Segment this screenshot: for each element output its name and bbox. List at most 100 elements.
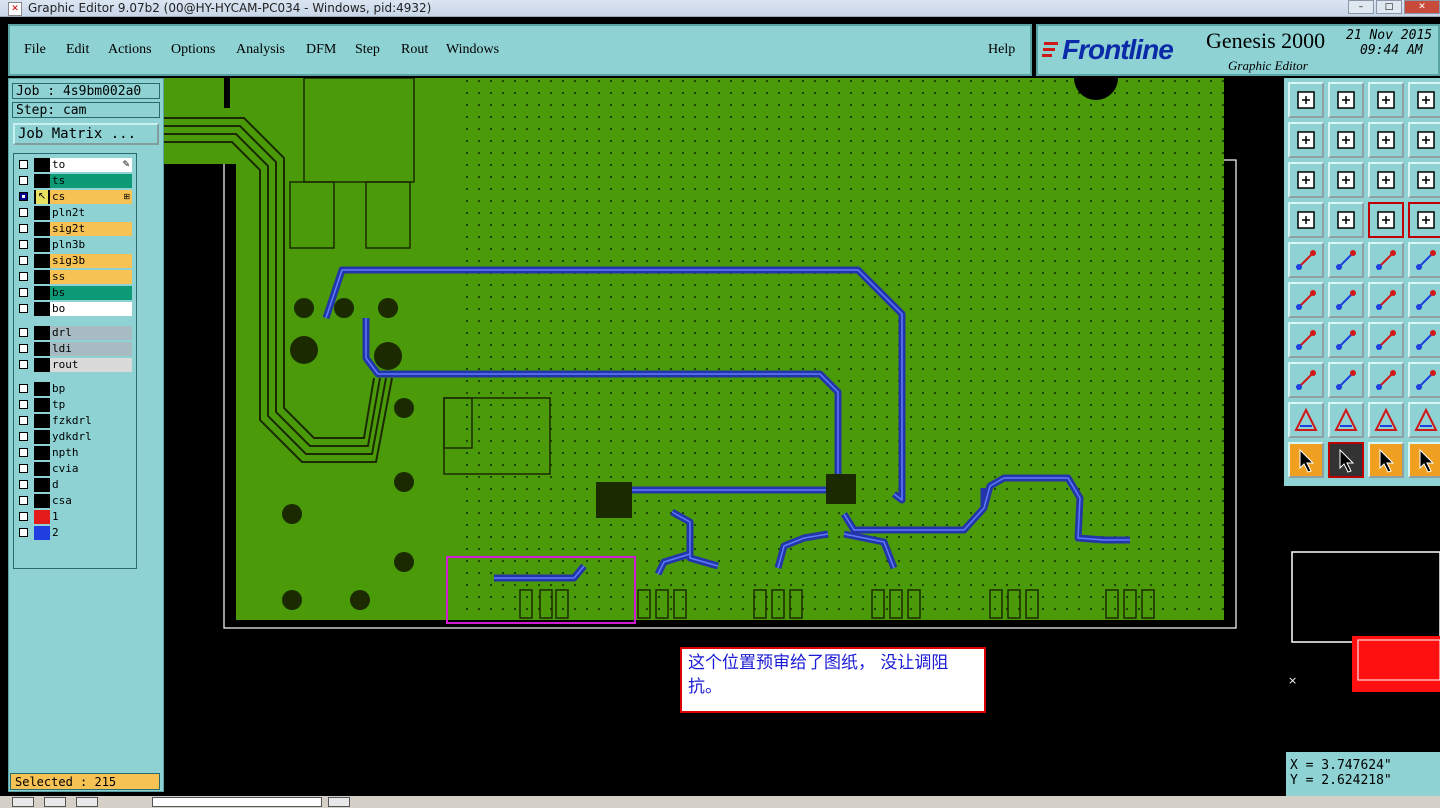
layer-checkbox[interactable] <box>19 208 28 217</box>
layer-row-to[interactable]: to ✎ <box>16 158 134 172</box>
menu-actions[interactable]: Actions <box>108 42 152 58</box>
layer-row-sig2t[interactable]: sig2t <box>16 222 134 236</box>
layer-name[interactable]: cs <box>50 190 132 204</box>
layer-checkbox[interactable] <box>19 192 28 201</box>
layer-color-swatch[interactable] <box>34 430 50 444</box>
layer-color-swatch[interactable] <box>34 414 50 428</box>
layer-row-fzkdrl[interactable]: fzkdrl <box>16 414 134 428</box>
layer-checkbox[interactable] <box>19 344 28 353</box>
line-red-tool-button[interactable] <box>1288 322 1324 358</box>
layer-checkbox[interactable] <box>19 304 28 313</box>
layer-row-bs[interactable]: bs <box>16 286 134 300</box>
layer-row-cvia[interactable]: cvia <box>16 462 134 476</box>
layer-name[interactable]: d <box>50 478 132 492</box>
layer-color-swatch[interactable] <box>34 358 50 372</box>
menu-options[interactable]: Options <box>171 42 215 58</box>
menu-analysis[interactable]: Analysis <box>236 42 285 58</box>
layer-name[interactable]: bo <box>50 302 132 316</box>
grid-frame-tool-button[interactable] <box>1408 82 1440 118</box>
layer-row-bo[interactable]: bo <box>16 302 134 316</box>
layer-color-swatch[interactable] <box>34 494 50 508</box>
layer-name[interactable]: fzkdrl <box>50 414 132 428</box>
layer-color-swatch[interactable] <box>34 238 50 252</box>
layer-row-ydkdrl[interactable]: ydkdrl <box>16 430 134 444</box>
grid-tool-button[interactable] <box>1328 202 1364 238</box>
layer-color-swatch[interactable] <box>34 286 50 300</box>
help-query-tool-button[interactable] <box>1408 162 1440 198</box>
line-blue-tool-button[interactable] <box>1328 322 1364 358</box>
zoom-home-tool-button[interactable] <box>1288 82 1324 118</box>
layer-checkbox[interactable] <box>19 176 28 185</box>
menu-edit[interactable]: Edit <box>66 42 89 58</box>
layer-checkbox[interactable] <box>19 400 28 409</box>
menu-windows[interactable]: Windows <box>446 42 499 58</box>
copy-tool-button[interactable] <box>1408 362 1440 398</box>
layers-red-tool-button[interactable] <box>1368 202 1404 238</box>
layer-name[interactable]: pln2t <box>50 206 132 220</box>
house-tool-button[interactable] <box>1368 82 1404 118</box>
layer-name[interactable]: bs <box>50 286 132 300</box>
layer-row-1[interactable]: 1 <box>16 510 134 524</box>
layer-name[interactable]: npth <box>50 446 132 460</box>
point-blue-tool-button[interactable] <box>1408 282 1440 318</box>
layer-name[interactable]: sig2t <box>50 222 132 236</box>
select-arrow-2-tool-button[interactable] <box>1328 442 1364 478</box>
bottom-button-1[interactable] <box>12 797 34 807</box>
layer-name[interactable]: ss <box>50 270 132 284</box>
select-arrow-tool-button[interactable] <box>1288 442 1324 478</box>
layer-checkbox[interactable] <box>19 496 28 505</box>
layer-color-swatch[interactable] <box>34 302 50 316</box>
layer-row-2[interactable]: 2 <box>16 526 134 540</box>
center-tool-button[interactable] <box>1328 162 1364 198</box>
layer-color-swatch[interactable] <box>34 206 50 220</box>
dot-tool-button[interactable] <box>1408 242 1440 278</box>
layer-color-swatch[interactable]: ↖ <box>34 190 50 204</box>
layer-checkbox[interactable] <box>19 240 28 249</box>
layer-color-swatch[interactable] <box>34 254 50 268</box>
layer-checkbox[interactable] <box>19 416 28 425</box>
layers-red-2-tool-button[interactable] <box>1408 202 1440 238</box>
layer-checkbox[interactable] <box>19 224 28 233</box>
menu-help[interactable]: Help <box>988 42 1015 58</box>
measure-tool-tool-button[interactable] <box>1288 202 1324 238</box>
layer-row-d[interactable]: d <box>16 478 134 492</box>
layer-name[interactable]: csa <box>50 494 132 508</box>
minimize-button[interactable]: – <box>1348 0 1374 14</box>
layer-color-swatch[interactable] <box>34 462 50 476</box>
layer-checkbox[interactable] <box>19 256 28 265</box>
layer-row-sig3b[interactable]: sig3b <box>16 254 134 268</box>
pan-left-tool-button[interactable] <box>1288 122 1324 158</box>
layer-checkbox[interactable] <box>19 360 28 369</box>
layer-row-ldi[interactable]: ldi <box>16 342 134 356</box>
job-matrix-button[interactable]: Job Matrix ... <box>13 123 159 145</box>
layer-name[interactable]: ldi <box>50 342 132 356</box>
layer-name[interactable]: drl <box>50 326 132 340</box>
select-filter-tool-button[interactable] <box>1408 442 1440 478</box>
resize-tool-button[interactable] <box>1368 362 1404 398</box>
triangle-red-tool-button[interactable] <box>1288 402 1324 438</box>
minus-tool-button[interactable] <box>1328 362 1364 398</box>
layer-color-swatch[interactable] <box>34 526 50 540</box>
bottom-button-3[interactable] <box>76 797 98 807</box>
select-circle-tool-button[interactable] <box>1368 442 1404 478</box>
layer-color-swatch[interactable] <box>34 222 50 236</box>
layer-checkbox[interactable] <box>19 528 28 537</box>
layer-name[interactable]: tp <box>50 398 132 412</box>
menu-step[interactable]: Step <box>355 42 380 58</box>
layer-checkbox[interactable] <box>19 448 28 457</box>
layer-color-swatch[interactable] <box>34 342 50 356</box>
triangle-tool-button[interactable] <box>1328 402 1364 438</box>
fit-all-tool-button[interactable] <box>1288 162 1324 198</box>
snake-tool-button[interactable] <box>1408 122 1440 158</box>
layer-color-swatch[interactable] <box>34 446 50 460</box>
pad-add-tool-button[interactable] <box>1288 242 1324 278</box>
arc-tool-button[interactable] <box>1368 322 1404 358</box>
layer-row-rout[interactable]: rout <box>16 358 134 372</box>
shape-edit-tool-button[interactable] <box>1328 242 1364 278</box>
layer-name[interactable]: sig3b <box>50 254 132 268</box>
layer-name[interactable]: to <box>50 158 132 172</box>
layer-row-tp[interactable]: tp <box>16 398 134 412</box>
layer-row-pln3b[interactable]: pln3b <box>16 238 134 252</box>
zoom-window-tool-button[interactable] <box>1328 82 1364 118</box>
layer-name[interactable]: 2 <box>50 526 132 540</box>
